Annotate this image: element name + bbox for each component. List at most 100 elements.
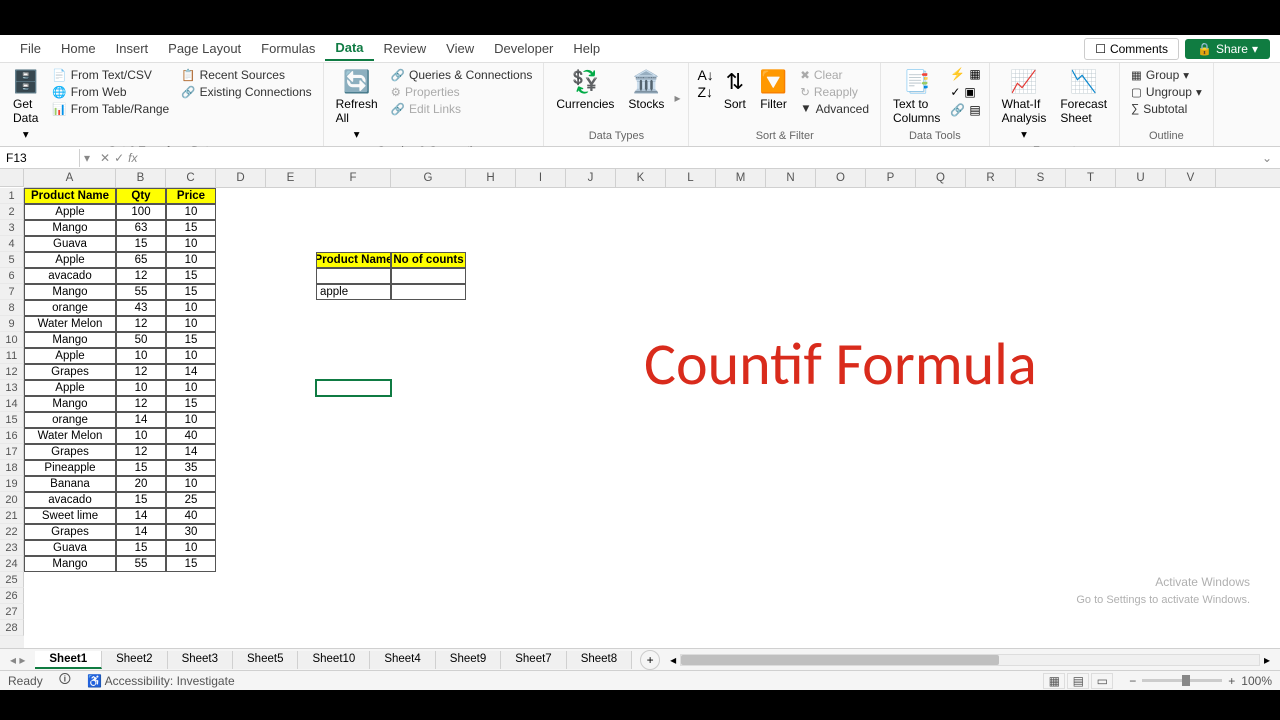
cell-A19[interactable]: Banana (24, 476, 116, 492)
cell-A22[interactable]: Grapes (24, 524, 116, 540)
accessibility-status[interactable]: ♿ Accessibility: Investigate (87, 674, 235, 688)
col-header-J[interactable]: J (566, 169, 616, 187)
cell-A3[interactable]: Mango (24, 220, 116, 236)
cell-B13[interactable]: 10 (116, 380, 166, 396)
row-header-7[interactable]: 7 (0, 284, 24, 300)
row-header-15[interactable]: 15 (0, 412, 24, 428)
cell-B23[interactable]: 15 (116, 540, 166, 556)
cell-C16[interactable]: 40 (166, 428, 216, 444)
row-header-16[interactable]: 16 (0, 428, 24, 444)
tab-home[interactable]: Home (51, 37, 106, 60)
zoom-in-button[interactable]: + (1228, 674, 1235, 688)
sheet-tab-sheet1[interactable]: Sheet1 (35, 651, 102, 669)
cell-F6[interactable] (316, 268, 391, 284)
subtotal-button[interactable]: ∑ Subtotal (1128, 101, 1205, 117)
cell-B3[interactable]: 63 (116, 220, 166, 236)
cell-B12[interactable]: 12 (116, 364, 166, 380)
row-header-4[interactable]: 4 (0, 236, 24, 252)
cell-C18[interactable]: 35 (166, 460, 216, 476)
col-header-B[interactable]: B (116, 169, 166, 187)
cell-A6[interactable]: avacado (24, 268, 116, 284)
cell-A12[interactable]: Grapes (24, 364, 116, 380)
cell-C15[interactable]: 10 (166, 412, 216, 428)
share-button[interactable]: 🔒 Share ▾ (1185, 39, 1270, 59)
cell-C2[interactable]: 10 (166, 204, 216, 220)
cell-A10[interactable]: Mango (24, 332, 116, 348)
col-header-R[interactable]: R (966, 169, 1016, 187)
cell-C5[interactable]: 10 (166, 252, 216, 268)
tab-data[interactable]: Data (325, 36, 373, 61)
sheet-tab-sheet5[interactable]: Sheet5 (233, 651, 298, 669)
row-header-21[interactable]: 21 (0, 508, 24, 524)
col-header-M[interactable]: M (716, 169, 766, 187)
row-header-18[interactable]: 18 (0, 460, 24, 476)
tab-page-layout[interactable]: Page Layout (158, 37, 251, 60)
from-web-button[interactable]: 🌐 From Web (49, 84, 172, 100)
remove-dup-icon[interactable]: ▦ (969, 67, 980, 81)
row-header-19[interactable]: 19 (0, 476, 24, 492)
row-header-11[interactable]: 11 (0, 348, 24, 364)
row-header-5[interactable]: 5 (0, 252, 24, 268)
cell-B9[interactable]: 12 (116, 316, 166, 332)
col-header-A[interactable]: A (24, 169, 116, 187)
text-to-columns-button[interactable]: 📑Text to Columns (889, 67, 944, 127)
cell-C7[interactable]: 15 (166, 284, 216, 300)
col-header-D[interactable]: D (216, 169, 266, 187)
cell-C3[interactable]: 15 (166, 220, 216, 236)
from-text-csv-button[interactable]: 📄 From Text/CSV (49, 67, 172, 83)
cell-A24[interactable]: Mango (24, 556, 116, 572)
refresh-all-button[interactable]: 🔄Refresh All▾ (332, 67, 382, 143)
recent-sources-button[interactable]: 📋 Recent Sources (178, 67, 314, 83)
cell-C13[interactable]: 10 (166, 380, 216, 396)
col-header-Q[interactable]: Q (916, 169, 966, 187)
horizontal-scrollbar[interactable] (680, 654, 1260, 666)
row-header-14[interactable]: 14 (0, 396, 24, 412)
cell-A16[interactable]: Water Melon (24, 428, 116, 444)
name-box[interactable]: F13 (0, 149, 80, 167)
col-header-H[interactable]: H (466, 169, 516, 187)
sheet-tab-sheet10[interactable]: Sheet10 (298, 651, 370, 669)
spreadsheet-grid[interactable]: ABCDEFGHIJKLMNOPQRSTUV 12345678910111213… (0, 169, 1280, 648)
filter-button[interactable]: 🔽Filter (756, 67, 791, 113)
sheet-tab-sheet4[interactable]: Sheet4 (370, 651, 435, 669)
fx-icon[interactable]: fx (128, 151, 137, 165)
tab-view[interactable]: View (436, 37, 484, 60)
row-header-13[interactable]: 13 (0, 380, 24, 396)
currencies-button[interactable]: 💱Currencies (552, 67, 618, 113)
page-break-button[interactable]: ▭ (1091, 673, 1113, 689)
col-header-N[interactable]: N (766, 169, 816, 187)
col-header-O[interactable]: O (816, 169, 866, 187)
cell-B14[interactable]: 12 (116, 396, 166, 412)
cell-B8[interactable]: 43 (116, 300, 166, 316)
cell-C12[interactable]: 14 (166, 364, 216, 380)
flash-fill-icon[interactable]: ⚡ (950, 67, 965, 81)
cell-F13[interactable] (316, 380, 391, 396)
cell-C17[interactable]: 14 (166, 444, 216, 460)
cell-C20[interactable]: 25 (166, 492, 216, 508)
cell-C23[interactable]: 10 (166, 540, 216, 556)
col-header-E[interactable]: E (266, 169, 316, 187)
row-header-28[interactable]: 28 (0, 620, 24, 636)
stocks-button[interactable]: 🏛️Stocks (624, 67, 668, 113)
cell-G5[interactable]: No of counts (391, 252, 466, 268)
row-header-2[interactable]: 2 (0, 204, 24, 220)
sort-button[interactable]: ⇅Sort (720, 67, 750, 113)
cell-C11[interactable]: 10 (166, 348, 216, 364)
cell-B2[interactable]: 100 (116, 204, 166, 220)
scroll-left-icon[interactable]: ◂ (670, 653, 676, 667)
cell-B18[interactable]: 15 (116, 460, 166, 476)
row-header-20[interactable]: 20 (0, 492, 24, 508)
queries-connections-button[interactable]: 🔗 Queries & Connections (388, 67, 536, 83)
cell-C4[interactable]: 10 (166, 236, 216, 252)
cell-A11[interactable]: Apple (24, 348, 116, 364)
cell-B19[interactable]: 20 (116, 476, 166, 492)
cell-B22[interactable]: 14 (116, 524, 166, 540)
get-data-button[interactable]: 🗄️Get Data▾ (8, 67, 43, 143)
cell-B17[interactable]: 12 (116, 444, 166, 460)
cell-A15[interactable]: orange (24, 412, 116, 428)
cell-C6[interactable]: 15 (166, 268, 216, 284)
cell-F7[interactable]: apple (316, 284, 391, 300)
zoom-slider[interactable] (1142, 679, 1222, 682)
cell-C22[interactable]: 30 (166, 524, 216, 540)
col-header-P[interactable]: P (866, 169, 916, 187)
